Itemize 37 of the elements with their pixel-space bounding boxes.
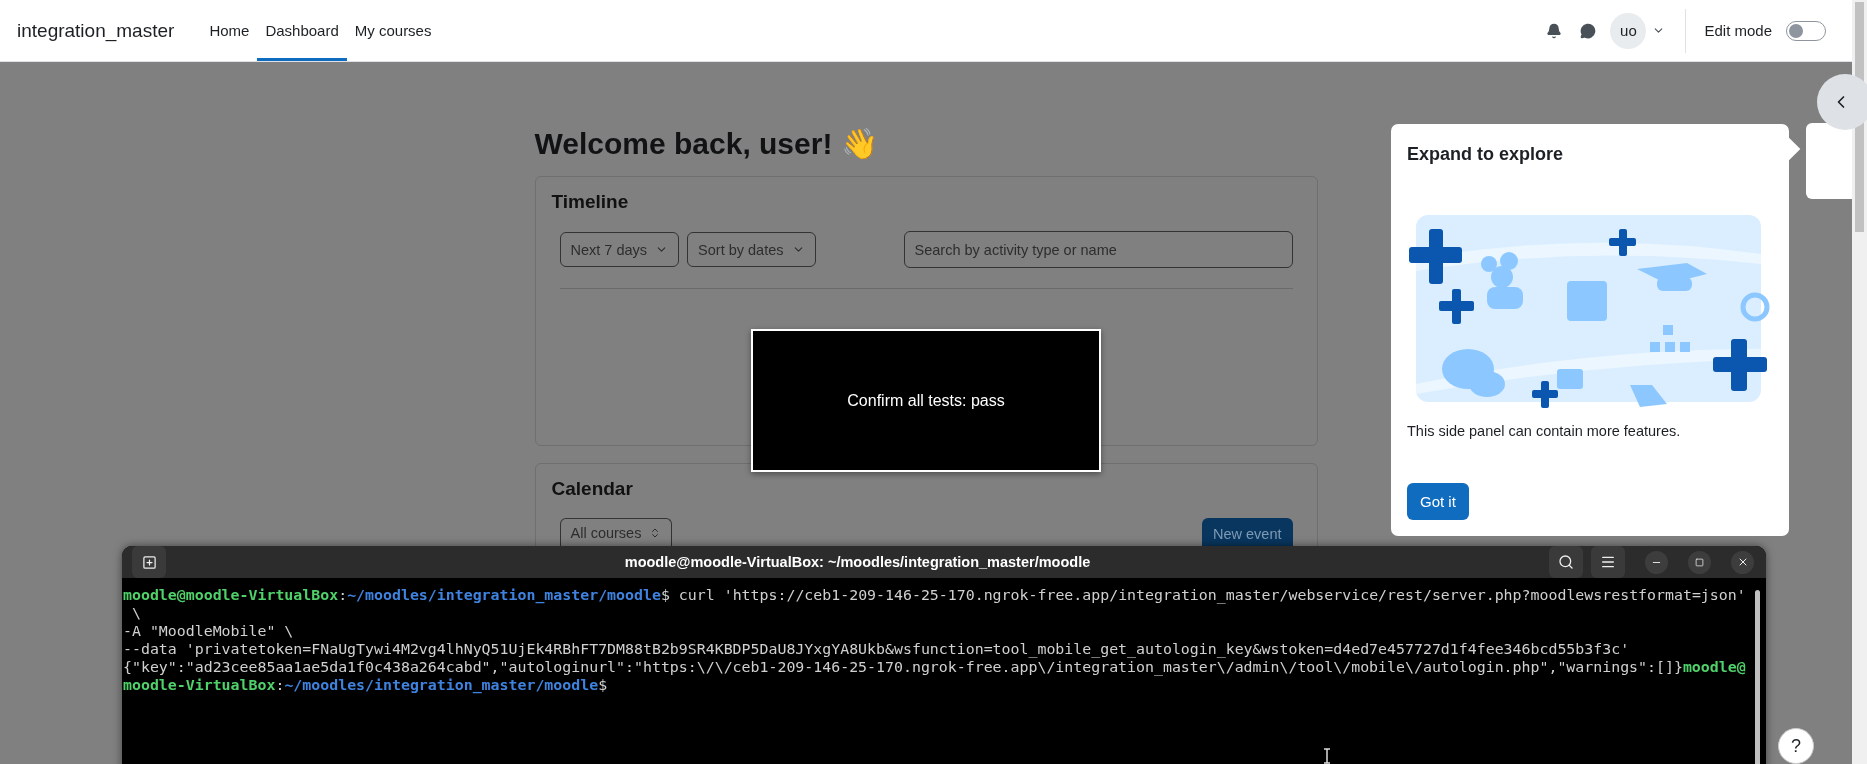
close-button[interactable]: [1731, 550, 1754, 574]
new-event-button[interactable]: New event: [1202, 518, 1293, 546]
text-cursor-icon: [1322, 748, 1332, 764]
terminal-scrollbar[interactable]: [1755, 590, 1760, 764]
terminal-line: \: [130, 604, 142, 622]
got-it-button[interactable]: Got it: [1407, 483, 1469, 520]
search-button[interactable]: [1549, 546, 1583, 578]
user-avatar[interactable]: uo: [1610, 12, 1647, 49]
search-icon: [1558, 554, 1574, 570]
maximize-icon: [1695, 557, 1704, 567]
search-field[interactable]: Search by activity type or name: [903, 231, 1293, 268]
dialog-message: Confirm all tests: pass: [847, 391, 1005, 410]
maximize-button[interactable]: [1688, 550, 1711, 574]
filter-dropdown[interactable]: Next 7 days: [559, 232, 680, 267]
edit-mode-label: Edit mode: [1704, 22, 1772, 39]
nav-link[interactable]: Home: [201, 3, 258, 61]
welcome-heading: Welcome back, user! 👋: [534, 126, 879, 162]
chat-icon[interactable]: [1580, 22, 1597, 39]
filter-dropdown[interactable]: Sort by dates: [687, 232, 816, 267]
menu-button[interactable]: [1591, 546, 1625, 578]
tour-title: Expand to explore: [1407, 144, 1565, 165]
terminal-line: -A "MoodleMobile" \: [123, 622, 295, 640]
card-title: Calendar: [551, 477, 634, 501]
tour-text: This side panel can contain more features.: [1407, 423, 1682, 439]
card-title: Timeline: [551, 190, 630, 214]
bell-icon[interactable]: [1546, 22, 1563, 39]
site-name: integration_master: [17, 19, 175, 42]
terminal-line: --data 'privatetoken=FNaUgTywi4M2vg4lhNyQ51UjEk4RBhFT7DM88tB2b9SR4KBDP5DaU8JYxgYA8Ukb&wsfunction=tool_mobile_get_autologin_key&wstoken=d4ed7e457727d1f4fee346bcd55b3f3c': [123, 640, 1631, 658]
terminal-line: {"key":"ad23cee85aa1ae5da1f0c438a264cabd","autologinurl":"https:\/\/ceb1-209-146-25-170.ngrok-free.app\/integration_master\/admin\/tool\/mobile\/autologin.php","warnings":[]}moodle@: [123, 658, 1747, 676]
terminal-line: moodle-VirtualBox:~/moodles/integration_master/moodle$: [123, 676, 609, 694]
plus-square-icon: [141, 554, 157, 570]
terminal-title: moodle@moodle-VirtualBox: ~/moodles/integration_master/moodle: [623, 554, 1092, 570]
menu-icon: [1600, 554, 1616, 570]
edit-mode-switch[interactable]: [1786, 20, 1826, 41]
nav-link[interactable]: My courses: [346, 3, 440, 61]
new-tab-button[interactable]: [132, 546, 166, 578]
terminal-line: moodle@moodle-VirtualBox:~/moodles/integration_master/moodle$ curl 'https://ceb1-209-146-25-170.ngrok-free.app/integration_master/webservice/rest/server.php?moodlewsrestformat=json': [123, 586, 1747, 604]
